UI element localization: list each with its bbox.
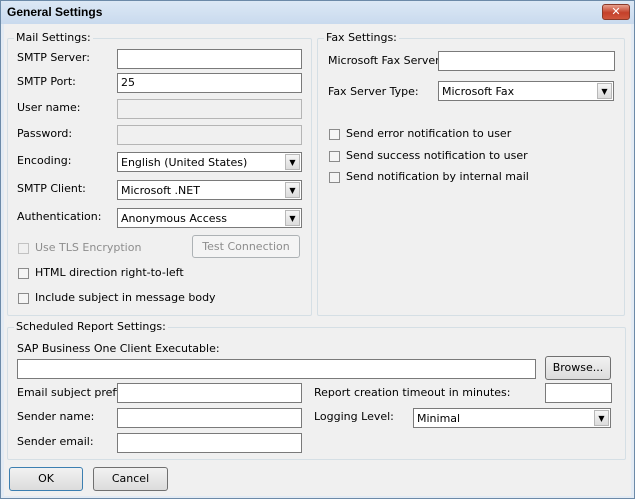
- mail-settings-group: Mail Settings: SMTP Server: SMTP Port: 2…: [7, 31, 312, 316]
- fax-server-type-label: Fax Server Type:: [328, 85, 419, 98]
- authentication-value: Anonymous Access: [121, 212, 228, 225]
- fax-settings-legend: Fax Settings:: [324, 31, 399, 44]
- chevron-down-icon[interactable]: ▼: [285, 210, 300, 226]
- include-subject-label: Include subject in message body: [35, 291, 216, 304]
- html-rtl-label: HTML direction right-to-left: [35, 266, 184, 279]
- chevron-down-icon[interactable]: ▼: [594, 410, 609, 426]
- use-tls-label: Use TLS Encryption: [35, 241, 142, 254]
- user-name-label: User name:: [17, 101, 81, 114]
- password-input[interactable]: [117, 125, 302, 145]
- fax-server-label: Microsoft Fax Server:: [328, 54, 444, 67]
- chevron-down-icon[interactable]: ▼: [285, 182, 300, 198]
- scheduled-report-settings-legend: Scheduled Report Settings:: [14, 320, 168, 333]
- send-success-notification-checkbox[interactable]: [329, 151, 340, 162]
- user-name-input[interactable]: [117, 99, 302, 119]
- sender-name-label: Sender name:: [17, 410, 95, 423]
- dialog-body: Mail Settings: SMTP Server: SMTP Port: 2…: [4, 24, 631, 496]
- encoding-label: Encoding:: [17, 154, 72, 167]
- close-icon: ✕: [611, 5, 621, 18]
- encoding-select[interactable]: English (United States) ▼: [117, 152, 302, 172]
- chevron-down-icon[interactable]: ▼: [285, 154, 300, 170]
- send-error-notification-label: Send error notification to user: [346, 127, 512, 140]
- send-error-notification-checkbox[interactable]: [329, 129, 340, 140]
- use-tls-checkbox[interactable]: [18, 243, 29, 254]
- sender-email-input[interactable]: [117, 433, 302, 453]
- test-connection-button[interactable]: Test Connection: [192, 235, 300, 258]
- send-success-notification-label: Send success notification to user: [346, 149, 528, 162]
- email-subject-prefix-label: Email subject prefix:: [17, 386, 130, 399]
- smtp-client-select[interactable]: Microsoft .NET ▼: [117, 180, 302, 200]
- report-timeout-input[interactable]: [545, 383, 612, 403]
- window-title: General Settings: [7, 5, 103, 19]
- fax-server-input[interactable]: [438, 51, 615, 71]
- report-timeout-label: Report creation timeout in minutes:: [314, 386, 511, 399]
- browse-button[interactable]: Browse...: [545, 356, 611, 380]
- ok-button[interactable]: OK: [9, 467, 83, 491]
- close-button[interactable]: ✕: [602, 4, 630, 20]
- encoding-value: English (United States): [121, 156, 248, 169]
- sender-name-input[interactable]: [117, 408, 302, 428]
- send-internal-mail-checkbox[interactable]: [329, 172, 340, 183]
- authentication-label: Authentication:: [17, 210, 102, 223]
- smtp-server-input[interactable]: [117, 49, 302, 69]
- logging-level-label: Logging Level:: [314, 410, 394, 423]
- fax-server-type-value: Microsoft Fax: [442, 85, 515, 98]
- smtp-port-input[interactable]: 25: [117, 73, 302, 93]
- fax-server-type-select[interactable]: Microsoft Fax ▼: [438, 81, 614, 101]
- cancel-button[interactable]: Cancel: [93, 467, 168, 491]
- authentication-select[interactable]: Anonymous Access ▼: [117, 208, 302, 228]
- mail-settings-legend: Mail Settings:: [14, 31, 93, 44]
- smtp-port-label: SMTP Port:: [17, 75, 76, 88]
- fax-settings-group: Fax Settings: Microsoft Fax Server: Fax …: [317, 31, 625, 316]
- logging-level-select[interactable]: Minimal ▼: [413, 408, 611, 428]
- password-label: Password:: [17, 127, 73, 140]
- scheduled-report-settings-group: Scheduled Report Settings: SAP Business …: [7, 320, 626, 460]
- smtp-client-value: Microsoft .NET: [121, 184, 200, 197]
- logging-level-value: Minimal: [417, 412, 461, 425]
- sender-email-label: Sender email:: [17, 435, 94, 448]
- smtp-client-label: SMTP Client:: [17, 182, 86, 195]
- include-subject-checkbox[interactable]: [18, 293, 29, 304]
- chevron-down-icon[interactable]: ▼: [597, 83, 612, 99]
- send-internal-mail-label: Send notification by internal mail: [346, 170, 529, 183]
- client-executable-label: SAP Business One Client Executable:: [17, 342, 220, 355]
- html-rtl-checkbox[interactable]: [18, 268, 29, 279]
- smtp-server-label: SMTP Server:: [17, 51, 90, 64]
- email-subject-prefix-input[interactable]: [117, 383, 302, 403]
- client-executable-input[interactable]: [17, 359, 536, 379]
- general-settings-window: General Settings ✕ Mail Settings: SMTP S…: [0, 0, 635, 499]
- title-bar[interactable]: General Settings ✕: [1, 1, 634, 24]
